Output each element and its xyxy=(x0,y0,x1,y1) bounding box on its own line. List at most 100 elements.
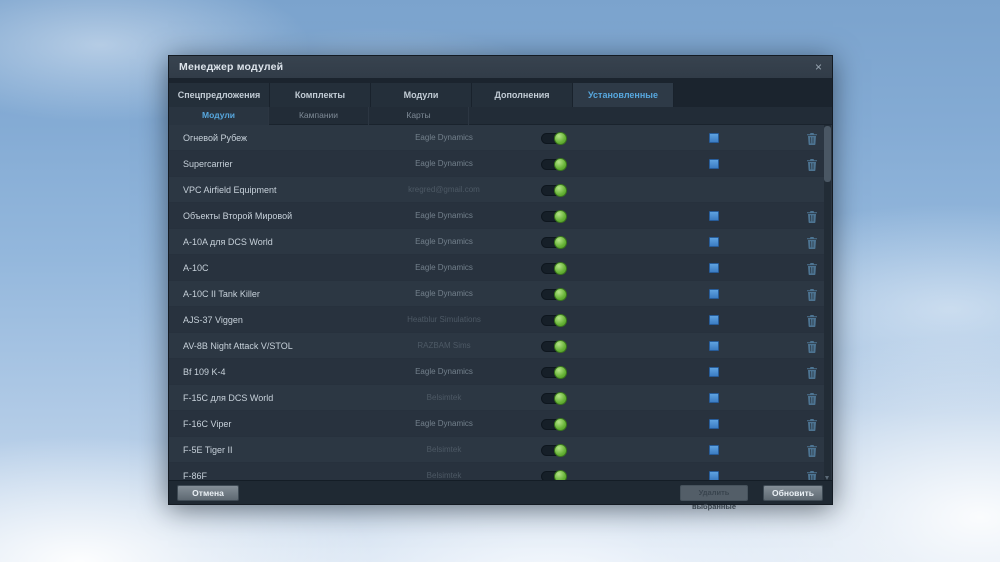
scrollbar-track[interactable] xyxy=(824,125,831,482)
toggle-knob xyxy=(554,158,567,171)
module-select-checkbox[interactable] xyxy=(709,445,719,455)
module-select-checkbox[interactable] xyxy=(709,133,719,143)
close-icon[interactable]: × xyxy=(815,61,822,73)
toggle-knob xyxy=(554,288,567,301)
trash-icon[interactable] xyxy=(807,236,818,248)
module-row: A-10A для DCS World Eagle Dynamics xyxy=(169,229,824,255)
trash-icon[interactable] xyxy=(807,210,818,222)
module-enable-toggle[interactable] xyxy=(541,185,567,196)
trash-icon[interactable] xyxy=(807,366,818,378)
module-enable-toggle[interactable] xyxy=(541,367,567,378)
module-enable-toggle[interactable] xyxy=(541,393,567,404)
module-vendor: Eagle Dynamics xyxy=(369,151,519,177)
module-select-checkbox[interactable] xyxy=(709,419,719,429)
module-select-checkbox[interactable] xyxy=(709,289,719,299)
trash-icon[interactable] xyxy=(807,262,818,274)
module-name: F-16C Viper xyxy=(183,411,231,437)
module-list: Огневой РубежEagle DynamicsSupercarrierE… xyxy=(169,125,824,482)
toggle-knob xyxy=(554,418,567,431)
module-manager-window: Менеджер модулей × СпецпредложенияКомпле… xyxy=(168,55,833,505)
toggle-knob xyxy=(554,444,567,457)
module-vendor: Belsimtek xyxy=(369,385,519,411)
module-enable-toggle[interactable] xyxy=(541,133,567,144)
module-row: SupercarrierEagle Dynamics xyxy=(169,151,824,177)
module-row: Огневой Рубеж Eagle Dynamics xyxy=(169,125,824,151)
tab-inactive[interactable]: Спецпредложения xyxy=(169,83,270,107)
toggle-knob xyxy=(554,366,567,379)
module-select-checkbox[interactable] xyxy=(709,393,719,403)
module-enable-toggle[interactable] xyxy=(541,289,567,300)
subtab-active[interactable]: Модули xyxy=(169,107,269,125)
toggle-knob xyxy=(554,340,567,353)
subtab-inactive[interactable]: Карты xyxy=(369,107,469,125)
module-name: A-10C xyxy=(183,255,209,281)
tab-inactive[interactable]: Комплекты xyxy=(270,83,371,107)
module-name: AV-8B Night Attack V/STOL xyxy=(183,333,293,359)
module-row: A-10CEagle Dynamics xyxy=(169,255,824,281)
module-row: AV-8B Night Attack V/STOL RAZBAM Sims xyxy=(169,333,824,359)
module-vendor: Eagle Dynamics xyxy=(369,203,519,229)
module-name: F-5E Tiger II xyxy=(183,437,233,463)
trash-icon[interactable] xyxy=(807,288,818,300)
trash-icon[interactable] xyxy=(807,340,818,352)
trash-icon[interactable] xyxy=(807,418,818,430)
module-enable-toggle[interactable] xyxy=(541,419,567,430)
module-enable-toggle[interactable] xyxy=(541,237,567,248)
toggle-knob xyxy=(554,314,567,327)
module-row: Bf 109 K-4 Eagle Dynamics xyxy=(169,359,824,385)
module-vendor: Eagle Dynamics xyxy=(369,125,519,151)
trash-icon[interactable] xyxy=(807,132,818,144)
module-enable-toggle[interactable] xyxy=(541,263,567,274)
toggle-knob xyxy=(554,392,567,405)
module-enable-toggle[interactable] xyxy=(541,445,567,456)
toggle-knob xyxy=(554,210,567,223)
module-vendor: Eagle Dynamics xyxy=(369,359,519,385)
module-row: VPC Airfield Equipmentkregred@gmail.com xyxy=(169,177,824,203)
toggle-knob xyxy=(554,262,567,275)
update-button[interactable]: Обновить xyxy=(763,485,823,501)
toggle-knob xyxy=(554,184,567,197)
module-enable-toggle[interactable] xyxy=(541,159,567,170)
delete-selected-button[interactable]: Удалить выбранные xyxy=(680,485,748,501)
trash-icon[interactable] xyxy=(807,444,818,456)
scrollbar-thumb[interactable] xyxy=(824,126,831,182)
module-vendor: Eagle Dynamics xyxy=(369,229,519,255)
tab-inactive[interactable]: Дополнения xyxy=(472,83,573,107)
module-enable-toggle[interactable] xyxy=(541,341,567,352)
module-select-checkbox[interactable] xyxy=(709,315,719,325)
module-name: Bf 109 K-4 xyxy=(183,359,226,385)
title-bar: Менеджер модулей × xyxy=(169,56,832,79)
module-name: A-10A для DCS World xyxy=(183,229,273,255)
module-select-checkbox[interactable] xyxy=(709,341,719,351)
module-name: Огневой Рубеж xyxy=(183,125,247,151)
footer-bar: Отмена Удалить выбранные Обновить xyxy=(169,480,832,504)
trash-icon[interactable] xyxy=(807,314,818,326)
trash-icon[interactable] xyxy=(807,158,818,170)
window-title: Менеджер модулей xyxy=(179,61,283,73)
module-select-checkbox[interactable] xyxy=(709,159,719,169)
module-vendor: Eagle Dynamics xyxy=(369,411,519,437)
sub-tabs: МодулиКампанииКарты xyxy=(169,107,832,125)
module-select-checkbox[interactable] xyxy=(709,211,719,221)
module-row: F-16C Viper Eagle Dynamics xyxy=(169,411,824,437)
subtab-inactive[interactable]: Кампании xyxy=(269,107,369,125)
module-row: A-10C II Tank KillerEagle Dynamics xyxy=(169,281,824,307)
module-vendor: Belsimtek xyxy=(369,437,519,463)
tab-inactive[interactable]: Модули xyxy=(371,83,472,107)
trash-icon[interactable] xyxy=(807,392,818,404)
module-select-checkbox[interactable] xyxy=(709,367,719,377)
toggle-knob xyxy=(554,236,567,249)
module-select-checkbox[interactable] xyxy=(709,263,719,273)
toggle-knob xyxy=(554,132,567,145)
module-row: AJS-37 ViggenHeatblur Simulations xyxy=(169,307,824,333)
module-row: F-5E Tiger II Belsimtek xyxy=(169,437,824,463)
module-vendor: kregred@gmail.com xyxy=(369,177,519,203)
module-vendor: RAZBAM Sims xyxy=(369,333,519,359)
module-enable-toggle[interactable] xyxy=(541,211,567,222)
module-select-checkbox[interactable] xyxy=(709,237,719,247)
cancel-button[interactable]: Отмена xyxy=(177,485,239,501)
module-enable-toggle[interactable] xyxy=(541,315,567,326)
module-name: AJS-37 Viggen xyxy=(183,307,243,333)
tab-active[interactable]: Установленные xyxy=(573,83,674,107)
main-tabs: СпецпредложенияКомплектыМодулиДополнения… xyxy=(169,83,674,107)
